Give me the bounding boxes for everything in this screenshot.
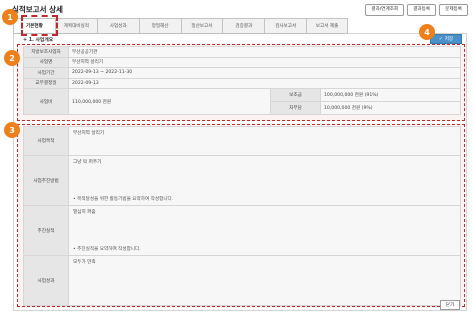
section-title[interactable]: + 1. 사업개요: [23, 36, 53, 43]
tab-performance[interactable]: 사업성과: [96, 18, 139, 33]
self-funding-value: 10,000,000 천원 (9%): [320, 101, 461, 115]
result-link-button[interactable]: 결과/연계조회: [365, 4, 405, 16]
outcome-textarea[interactable]: 모두가 만족: [69, 256, 460, 305]
close-button[interactable]: 닫기: [440, 300, 460, 310]
tab-report-submit[interactable]: 보고서 제출: [306, 18, 348, 33]
callout-marker-1: 1: [2, 9, 18, 25]
field-value: 그냥 막 퍼주기: [73, 160, 102, 165]
budget-label: 사업비: [23, 88, 69, 115]
field-label: 지방보조사업자: [23, 46, 69, 58]
field-hint: 추진실적을 요약하여 작성합니다.: [73, 246, 141, 252]
detail-row-results: 추진실적 열심히 퍼줌 추진실적을 요약하여 작성합니다.: [23, 206, 461, 256]
detail-row-method: 사업추진방법 그냥 막 퍼주기 목적달성을 위한 활동기법을 요약하여 작성합니…: [23, 156, 461, 206]
overview-table: 지방보조사업자 부산공공기관 사업명 부산지역 살리기 사업기간 2022-09…: [23, 46, 461, 115]
table-row: 지방보조사업자 부산공공기관: [23, 46, 461, 58]
table-row: 사업비 110,000,000 천원 보조금 100,000,000 천원 (9…: [23, 88, 461, 115]
callout-marker-3: 3: [4, 122, 20, 138]
result-register-button[interactable]: 결과등록: [407, 4, 437, 16]
field-hint: 목적달성을 위한 활동기법을 요약하여 작성합니다.: [73, 196, 173, 202]
field-value: 부산지역 살리기: [73, 131, 105, 136]
callout-marker-4: 4: [419, 24, 435, 40]
tab-verification[interactable]: 검증결과: [222, 18, 265, 33]
field-label: 추진실적: [24, 206, 69, 255]
detail-row-purpose: 사업목적 부산지역 살리기: [23, 126, 461, 156]
subsidy-value: 100,000,000 천원 (91%): [320, 88, 461, 102]
tab-inspection-report[interactable]: 검사보고서: [264, 18, 307, 33]
save-button[interactable]: ✓ 저장: [430, 34, 462, 44]
field-label: 사업명: [23, 56, 69, 68]
field-label: 사업성과: [24, 256, 69, 305]
page-title: 실적보고서 상세: [12, 5, 63, 14]
field-value: 부산공공기관: [68, 46, 461, 58]
field-value: 2022-09-13: [68, 77, 461, 89]
self-funding-label: 자부담: [270, 101, 321, 115]
field-value: 2022-09-13 ~ 2022-11-30: [68, 67, 461, 79]
subsidy-label: 보조금: [270, 88, 321, 102]
issue-register-button[interactable]: 문제등록: [439, 4, 468, 16]
tab-bar: 기본현황 계획대비실적 사업성과 정밀해산 정산보고서 검증결과 검사보고서 보…: [13, 18, 348, 34]
field-label: 교부결정일: [23, 77, 69, 89]
table-row: 교부결정일 2022-09-13: [23, 77, 461, 89]
details-table: 사업목적 부산지역 살리기 사업추진방법 그냥 막 퍼주기 목적달성을 위한 활…: [23, 126, 461, 306]
results-textarea[interactable]: 열심히 퍼줌 추진실적을 요약하여 작성합니다.: [69, 206, 460, 255]
field-value: 부산지역 살리기: [68, 56, 461, 68]
field-label: 사업추진방법: [24, 156, 69, 205]
callout-marker-2: 2: [4, 50, 20, 66]
field-value: 열심히 퍼줌: [73, 210, 96, 215]
budget-value: 110,000,000 천원: [68, 88, 271, 115]
check-icon: ✓: [438, 36, 443, 42]
detail-row-outcome: 사업성과 모두가 만족: [23, 256, 461, 306]
field-value: 모두가 만족: [73, 260, 96, 265]
top-button-group: 결과/연계조회 결과등록 문제등록: [365, 4, 468, 16]
tab-settlement-report[interactable]: 정산보고서: [180, 18, 223, 33]
active-tab-highlight: [21, 15, 58, 36]
field-label: 사업기간: [23, 67, 69, 79]
table-row: 사업명 부산지역 살리기: [23, 56, 461, 68]
purpose-textarea[interactable]: 부산지역 살리기: [69, 127, 460, 155]
tab-plan-vs-result[interactable]: 계획대비실적: [54, 18, 97, 33]
save-button-label: 저장: [444, 37, 454, 42]
field-label: 사업목적: [24, 127, 69, 155]
table-row: 사업기간 2022-09-13 ~ 2022-11-30: [23, 67, 461, 79]
tab-settlement[interactable]: 정밀해산: [138, 18, 181, 33]
method-textarea[interactable]: 그냥 막 퍼주기 목적달성을 위한 활동기법을 요약하여 작성합니다.: [69, 156, 460, 205]
